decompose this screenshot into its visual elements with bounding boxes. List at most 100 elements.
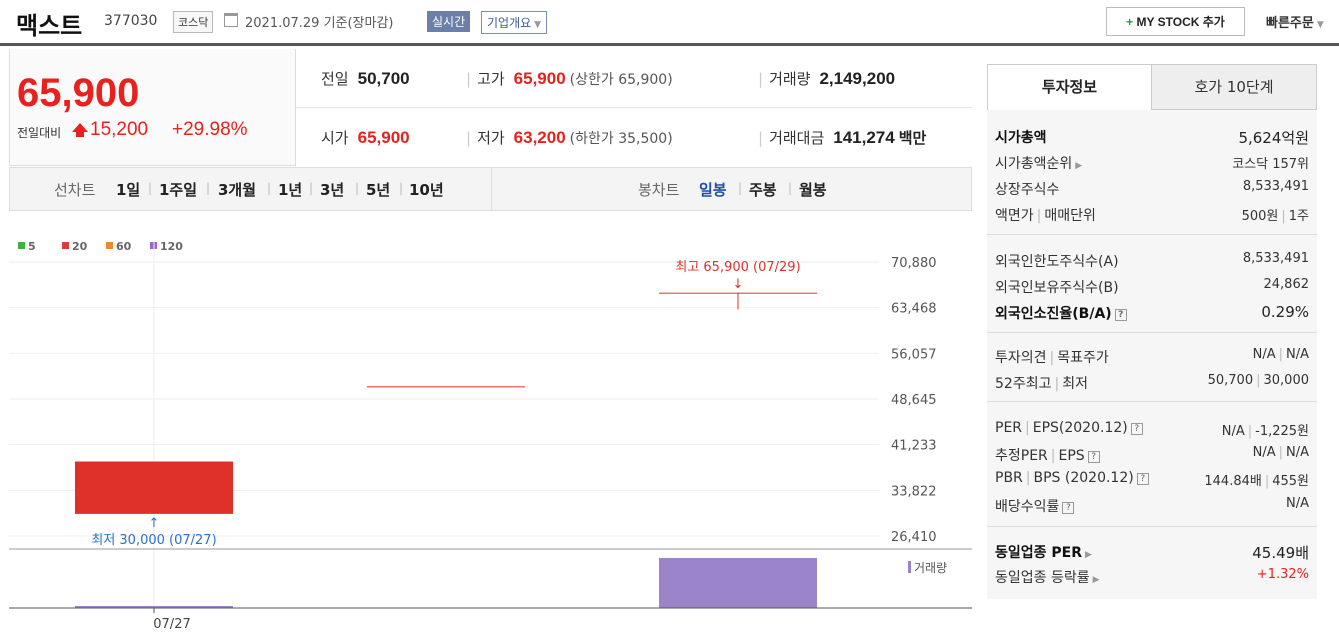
group-divider bbox=[987, 526, 1317, 527]
stat-amount-value: 141,274 bbox=[833, 128, 895, 147]
low52-label: 최저 bbox=[1062, 376, 1088, 392]
stat-low-label: 저가 bbox=[477, 129, 505, 147]
legend-label: 60 bbox=[116, 240, 132, 253]
plus-icon: + bbox=[1126, 15, 1137, 29]
price-chart[interactable]: 5 20 60 120 70,880 63,468 56,057 48,645 41,233 33… bbox=[9, 230, 972, 630]
y-tick-label: 70,880 bbox=[891, 256, 937, 271]
period-3m[interactable]: 3개월 bbox=[218, 179, 256, 200]
help-icon[interactable]: ? bbox=[1087, 451, 1100, 463]
ind-rate-value: +1.32% bbox=[1256, 567, 1309, 582]
y-tick-label: 41,233 bbox=[891, 439, 937, 454]
period-daily[interactable]: 일봉 bbox=[699, 179, 727, 200]
legend-label: 5 bbox=[28, 240, 36, 253]
help-icon[interactable]: ? bbox=[1130, 423, 1143, 435]
tab-invest-info[interactable]: 투자정보 bbox=[987, 64, 1152, 110]
legend-label: 20 bbox=[72, 240, 88, 253]
opinion-value: N/A bbox=[1252, 347, 1276, 362]
period-10y[interactable]: 10년 bbox=[409, 179, 444, 200]
price-change: 15,200 bbox=[90, 119, 149, 140]
shares-value: 8,533,491 bbox=[1242, 179, 1309, 194]
line-chart-label: 선차트 bbox=[54, 181, 96, 199]
separator: | bbox=[399, 181, 404, 195]
tab-order-book[interactable]: 호가 10단계 bbox=[1152, 64, 1317, 110]
y-tick-label: 63,468 bbox=[891, 302, 937, 317]
volume-legend-swatch bbox=[908, 561, 911, 573]
high52-label: 52주최고 bbox=[995, 376, 1052, 392]
chevron-down-icon: ▼ bbox=[534, 20, 542, 30]
help-icon[interactable]: ? bbox=[1136, 473, 1149, 485]
foreign-rate-label: 외국인소진율(B/A) bbox=[995, 306, 1112, 322]
stat-lower-limit: (하한가 35,500) bbox=[569, 131, 673, 147]
target-value: N/A bbox=[1286, 347, 1309, 362]
corp-info-button[interactable]: 기업개요 ▼ bbox=[481, 11, 548, 34]
face-value: 500원 bbox=[1241, 209, 1279, 224]
up-arrow-stem bbox=[76, 131, 84, 137]
per-value: N/A bbox=[1221, 424, 1245, 439]
low-annotation: 최저 30,000 (07/27) bbox=[91, 533, 216, 548]
stats-divider bbox=[296, 107, 972, 108]
pbr-label: PBR bbox=[995, 470, 1023, 486]
foreign-limit-label: 외국인한도주식수(A) bbox=[995, 254, 1119, 270]
separator: | bbox=[355, 181, 360, 195]
period-monthly[interactable]: 월봉 bbox=[799, 179, 827, 200]
legend-swatch bbox=[106, 242, 113, 249]
div-label: 배당수익률 bbox=[995, 499, 1060, 515]
add-mystock-button[interactable]: + MY STOCK 추가 bbox=[1106, 7, 1245, 36]
y-tick-label: 26,410 bbox=[891, 530, 937, 545]
eps-label: EPS(2020.12) bbox=[1032, 420, 1128, 436]
period-3y[interactable]: 3년 bbox=[320, 179, 344, 200]
opinion-label: 투자의견 bbox=[995, 350, 1047, 366]
x-tick-label: 07/27 bbox=[153, 617, 190, 630]
period-5y[interactable]: 5년 bbox=[366, 179, 390, 200]
stock-name: 맥스트 bbox=[16, 12, 83, 40]
foreign-rate-value: 0.29% bbox=[1261, 303, 1309, 321]
quick-order-label: 빠른주문 bbox=[1266, 16, 1314, 31]
stat-volume-label: 거래량 bbox=[769, 70, 811, 88]
ind-per-label: 동일업종 PER bbox=[995, 545, 1082, 561]
cap-rank-label: 시가총액순위 bbox=[995, 156, 1073, 172]
market-cap-label: 시가총액 bbox=[995, 130, 1047, 146]
change-label: 전일대비 bbox=[17, 126, 62, 140]
stat-high-value: 65,900 bbox=[513, 69, 566, 88]
shares-label: 상장주식수 bbox=[995, 182, 1060, 198]
volume-bar bbox=[659, 558, 817, 608]
period-1w[interactable]: 1주일 bbox=[159, 179, 197, 200]
divider: | bbox=[466, 129, 472, 147]
period-weekly[interactable]: 주봉 bbox=[749, 179, 777, 200]
legend-swatch bbox=[62, 242, 69, 249]
foreign-hold-value: 24,862 bbox=[1263, 277, 1310, 292]
stat-amount-label: 거래대금 bbox=[769, 129, 825, 147]
stat-amount-unit: 백만 bbox=[898, 130, 927, 147]
calendar-icon bbox=[224, 13, 238, 27]
stock-header: 맥스트 377030 코스닥 2021.07.29 기준(장마감) 실시간 기업… bbox=[0, 0, 1339, 46]
period-selector: 선차트 1일 | 1주일 | 3개월 | 1년 | 3년 | 5년 | 10년 … bbox=[9, 167, 972, 211]
stat-high-label: 고가 bbox=[477, 70, 505, 88]
y-tick-label: 56,057 bbox=[891, 347, 937, 362]
stat-amount: | 거래대금 141,274 백만 bbox=[758, 127, 926, 148]
stat-low: | 저가 63,200 (하한가 35,500) bbox=[466, 127, 673, 148]
period-1d[interactable]: 1일 bbox=[116, 179, 140, 200]
pbr-value: 144.84배 bbox=[1204, 474, 1262, 489]
quick-order-button[interactable]: 빠른주문 ▼ bbox=[1266, 12, 1324, 31]
help-icon[interactable]: ? bbox=[1114, 309, 1127, 321]
realtime-button[interactable]: 실시간 bbox=[427, 11, 471, 32]
est-per-value: N/A bbox=[1252, 445, 1276, 460]
high-arrow: ↓ bbox=[733, 277, 744, 292]
chevron-right-icon[interactable]: ▶ bbox=[1085, 550, 1092, 560]
stat-volume: | 거래량 2,149,200 bbox=[758, 68, 895, 89]
stat-high: | 고가 65,900 (상한가 65,900) bbox=[466, 68, 673, 89]
stock-code: 377030 bbox=[104, 13, 158, 29]
period-1y[interactable]: 1년 bbox=[278, 179, 302, 200]
chevron-right-icon[interactable]: ▶ bbox=[1093, 575, 1100, 585]
stat-volume-value: 2,149,200 bbox=[819, 69, 896, 88]
volume-label: 거래량 bbox=[914, 561, 947, 575]
stat-open-value: 65,900 bbox=[357, 128, 410, 147]
price-change-pct: +29.98% bbox=[172, 119, 248, 140]
add-mystock-label: MY STOCK 추가 bbox=[1136, 15, 1225, 29]
help-icon[interactable]: ? bbox=[1062, 502, 1075, 514]
group-divider bbox=[987, 332, 1317, 333]
y-tick-label: 48,645 bbox=[891, 393, 937, 408]
div-value: N/A bbox=[1286, 496, 1309, 511]
chevron-right-icon[interactable]: ▶ bbox=[1075, 161, 1082, 171]
stat-prev-label: 전일 bbox=[321, 70, 349, 88]
